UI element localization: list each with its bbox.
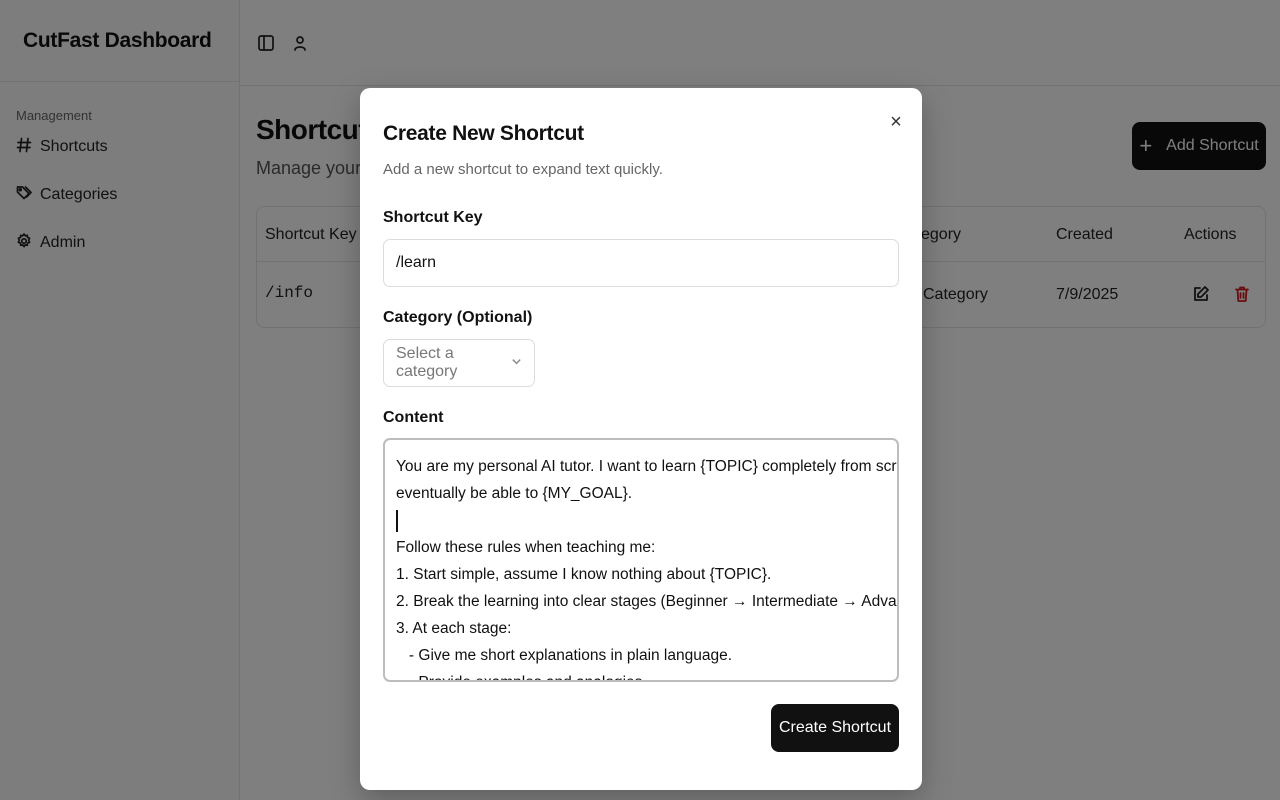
shortcut-key-label: Shortcut Key: [383, 209, 483, 226]
content-line: 1. Start simple, assume I know nothing a…: [396, 566, 772, 583]
dialog-title: Create New Shortcut: [383, 122, 584, 145]
close-icon[interactable]: ×: [886, 111, 906, 133]
content-label: Content: [383, 409, 444, 426]
content-line: 2. Break the learning into clear stages …: [396, 593, 899, 610]
content-line-cursor: [396, 507, 886, 534]
content-line: 3. At each stage:: [396, 620, 512, 637]
content-line: eventually be able to {MY_GOAL}.: [396, 485, 633, 502]
category-select[interactable]: Select a category: [383, 339, 535, 387]
create-shortcut-dialog: Create New Shortcut Add a new shortcut t…: [360, 88, 922, 790]
text-cursor: [396, 509, 398, 532]
content-line: You are my personal AI tutor. I want to …: [396, 458, 897, 475]
content-line: - Give me short explanations in plain la…: [396, 647, 733, 664]
create-shortcut-button[interactable]: Create Shortcut: [771, 704, 899, 752]
dialog-description: Add a new shortcut to expand text quickl…: [383, 161, 663, 178]
content-textarea[interactable]: You are my personal AI tutor. I want to …: [383, 438, 899, 682]
shortcut-key-input[interactable]: /learn: [383, 239, 899, 287]
category-label: Category (Optional): [383, 309, 533, 326]
chevron-down-icon: [511, 354, 522, 372]
content-line: - Provide examples and analogies: [396, 669, 886, 680]
category-select-placeholder: Select a category: [396, 345, 458, 380]
content-line: Follow these rules when teaching me:: [396, 539, 656, 556]
